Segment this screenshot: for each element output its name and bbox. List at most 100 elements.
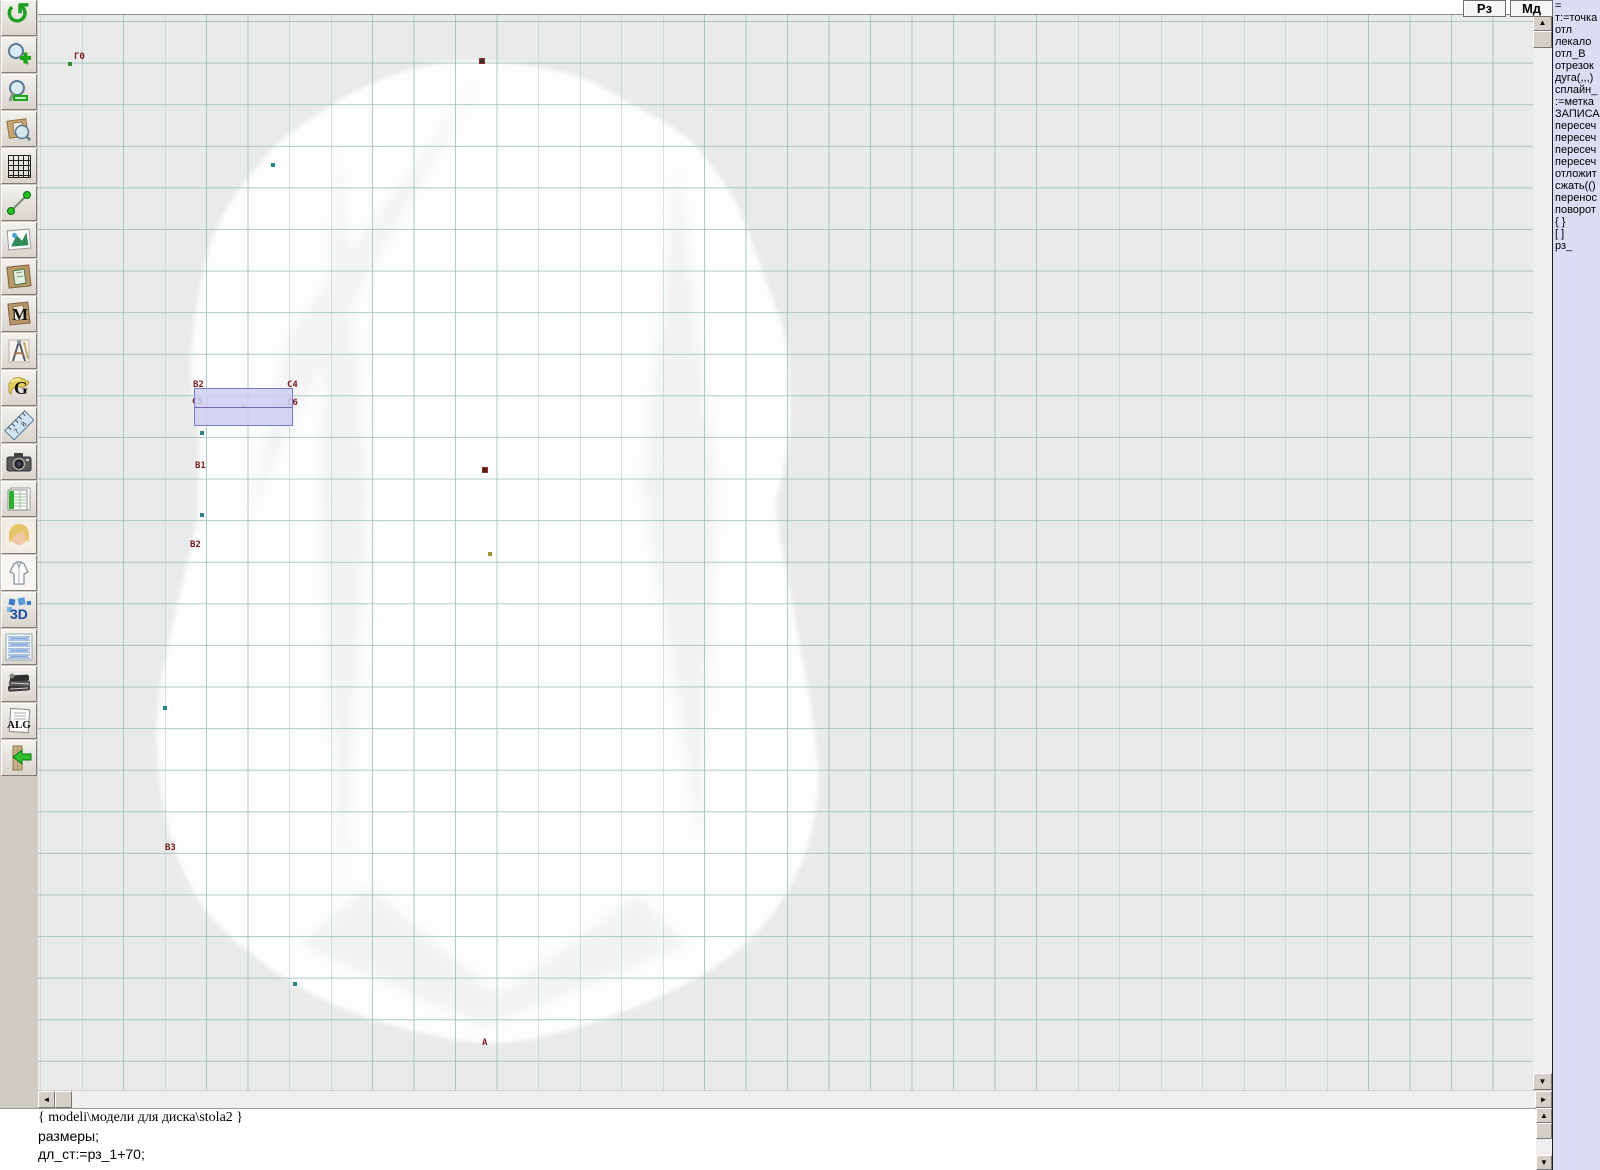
pattern-piece-icon <box>5 263 33 291</box>
command-item[interactable]: т:=точка <box>1553 12 1600 24</box>
preview-pattern-icon <box>5 115 33 143</box>
segment-icon <box>5 189 33 217</box>
exit-icon <box>5 744 33 772</box>
command-item[interactable]: отрезок <box>1553 60 1600 72</box>
md-button[interactable]: Мд <box>1510 0 1553 17</box>
point-label-b1: В1 <box>195 462 206 471</box>
pattern-piece-button[interactable] <box>1 259 37 295</box>
drawing-canvas[interactable]: Г0В2С4С5С6В1В2В3А <box>38 14 1533 1090</box>
command-panel: =т:=точкаотллекалоотл_Вотрезокдуга(,,,)с… <box>1552 0 1600 1170</box>
compass-icon <box>5 337 33 365</box>
camera-icon <box>5 448 33 476</box>
command-item[interactable]: = <box>1553 0 1600 12</box>
horizontal-scroll-thumb[interactable] <box>55 1091 72 1108</box>
console-line: размеры; <box>0 1127 1536 1145</box>
point-label-a: А <box>482 1039 487 1048</box>
books-icon <box>5 670 33 698</box>
rz-button[interactable]: Рз <box>1463 0 1506 17</box>
portrait-button[interactable] <box>1 518 37 554</box>
grid-button[interactable] <box>1 148 37 184</box>
pt-edge-4 <box>163 706 167 710</box>
pt-edge-1 <box>271 163 275 167</box>
image-button[interactable] <box>1 222 37 258</box>
command-item[interactable]: ЗАПИСА <box>1553 108 1600 120</box>
canvas-vertical-scrollbar[interactable]: ▲ ▼ <box>1533 14 1552 1090</box>
pattern-g-button[interactable]: G <box>1 370 37 406</box>
command-item[interactable]: отложит <box>1553 168 1600 180</box>
camera-button[interactable] <box>1 444 37 480</box>
point-label-b3: В3 <box>165 844 176 853</box>
threed-button[interactable]: 3D <box>1 592 37 628</box>
zoom-out-icon <box>5 78 33 106</box>
app-window: ↺ <box>0 0 1600 1170</box>
image-icon <box>5 226 33 254</box>
point-label-g0: Г0 <box>74 53 85 62</box>
scroll-down-button[interactable]: ▼ <box>1533 1073 1552 1090</box>
pt-edge-5 <box>293 982 297 986</box>
command-item[interactable]: отл <box>1553 24 1600 36</box>
compass-button[interactable] <box>1 333 37 369</box>
console-scroll-up-button[interactable]: ▲ <box>1536 1108 1552 1123</box>
command-item[interactable]: пересеч <box>1553 132 1600 144</box>
horizontal-scroll-track[interactable] <box>72 1091 1535 1108</box>
segment-button[interactable] <box>1 185 37 221</box>
undo-button[interactable]: ↺ <box>1 0 37 36</box>
command-item[interactable]: рз_ <box>1553 240 1600 252</box>
command-item[interactable]: дуга(,,,) <box>1553 72 1600 84</box>
pt-edge-3 <box>200 513 204 517</box>
console-line: дл_ст:=рз_1+70; <box>0 1145 1536 1163</box>
pt-mid-upper <box>482 467 488 473</box>
command-item[interactable]: пересеч <box>1553 120 1600 132</box>
table-icon <box>5 485 33 513</box>
command-item[interactable]: перенос <box>1553 192 1600 204</box>
undo-icon: ↺ <box>5 0 30 32</box>
pattern-g-icon <box>5 374 33 402</box>
command-item[interactable]: поворот <box>1553 204 1600 216</box>
alg-icon <box>5 707 33 735</box>
canvas-horizontal-scrollbar[interactable]: ◄ ► <box>38 1091 1552 1108</box>
pt-mid-lower <box>488 552 492 556</box>
pt-edge-2 <box>200 431 204 435</box>
pattern-m-icon <box>5 300 33 328</box>
console-vertical-scrollbar[interactable]: ▲ ▼ <box>1536 1108 1552 1170</box>
console-scroll-thumb[interactable] <box>1536 1123 1552 1139</box>
code-console[interactable]: { modeli\модели для диска\stola2 }размер… <box>0 1108 1536 1170</box>
command-item[interactable]: пересеч <box>1553 156 1600 168</box>
command-item[interactable]: { } <box>1553 216 1600 228</box>
console-line: { modeli\модели для диска\stola2 } <box>0 1109 1536 1127</box>
document-list-icon <box>4 632 34 662</box>
scroll-left-button[interactable]: ◄ <box>38 1091 55 1108</box>
threed-icon <box>5 596 33 624</box>
portrait-icon <box>4 521 34 551</box>
scroll-right-button[interactable]: ► <box>1535 1091 1552 1108</box>
selection-midline <box>195 407 292 408</box>
command-item[interactable]: :=метка <box>1553 96 1600 108</box>
table-button[interactable] <box>1 481 37 517</box>
left-toolbar: ↺ <box>0 0 39 1170</box>
command-item[interactable]: сплайн_ <box>1553 84 1600 96</box>
exit-button[interactable] <box>1 740 37 776</box>
vertical-scroll-thumb[interactable] <box>1533 31 1552 48</box>
document-list-button[interactable] <box>1 629 37 665</box>
alg-button[interactable]: ALG <box>1 703 37 739</box>
pattern-m-button[interactable]: M <box>1 296 37 332</box>
command-item[interactable]: сжать(() <box>1553 180 1600 192</box>
top-strip <box>38 0 1552 15</box>
selection-rectangle[interactable] <box>194 388 293 426</box>
command-item[interactable]: [ ] <box>1553 228 1600 240</box>
zoom-in-icon <box>5 41 33 69</box>
zoom-out-button[interactable] <box>1 74 37 110</box>
preview-pattern-button[interactable] <box>1 111 37 147</box>
ruler-icon: 7 8 <box>4 410 34 440</box>
command-item[interactable]: лекало <box>1553 36 1600 48</box>
console-scroll-down-button[interactable]: ▼ <box>1536 1155 1552 1170</box>
books-button[interactable] <box>1 666 37 702</box>
garment-button[interactable] <box>1 555 37 591</box>
command-item[interactable]: пересеч <box>1553 144 1600 156</box>
command-item[interactable]: отл_В <box>1553 48 1600 60</box>
point-label-b2: В2 <box>190 541 201 550</box>
ruler-button[interactable]: 7 8 <box>1 407 37 443</box>
zoom-in-button[interactable] <box>1 37 37 73</box>
pt-g0 <box>68 62 72 66</box>
canvas-points-layer: Г0В2С4С5С6В1В2В3А <box>38 15 1533 1090</box>
